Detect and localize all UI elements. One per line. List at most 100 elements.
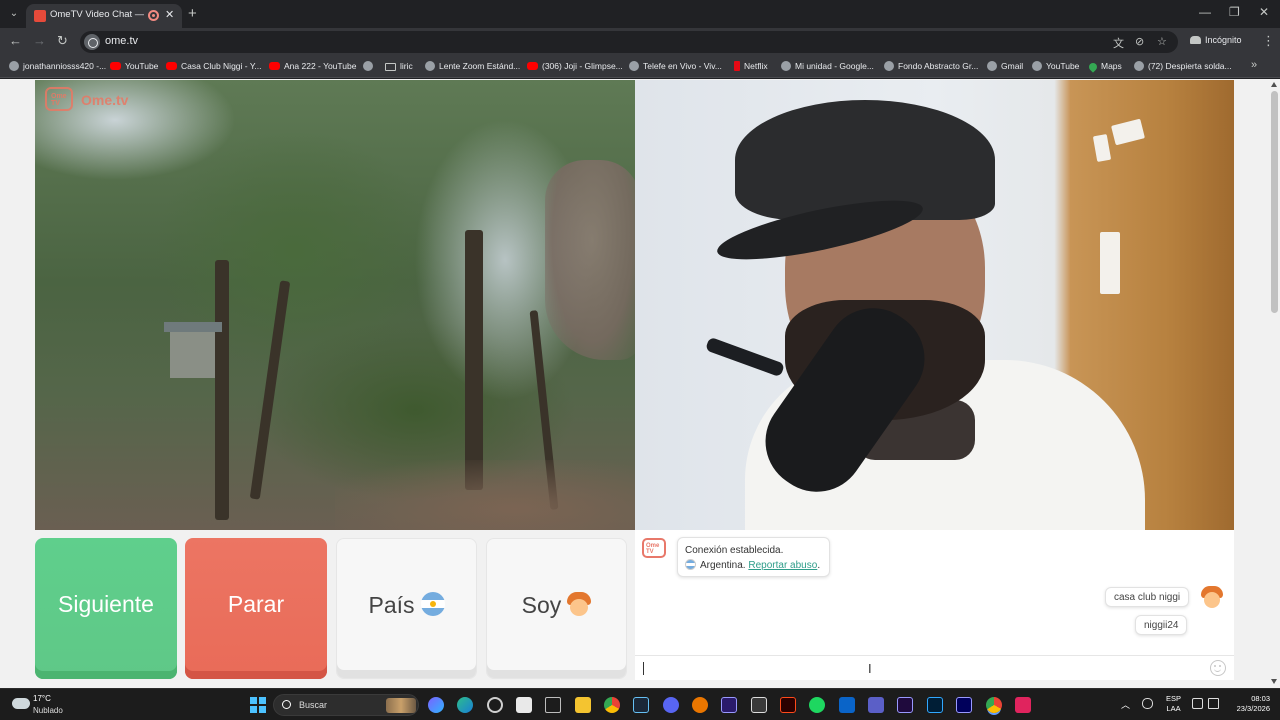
bookmark-label: (306) Joji - Glimpse...: [542, 61, 623, 71]
bookmark-label: YouTube: [125, 61, 159, 71]
teams-icon[interactable]: [868, 697, 884, 713]
microphone-icon[interactable]: [1142, 698, 1153, 709]
bookmark-item[interactable]: (306) Joji - Glimpse...: [527, 61, 623, 71]
youtube-icon: [166, 62, 177, 70]
tab-ometv[interactable]: OmeTV Video Chat — Ome ✕: [26, 4, 182, 28]
gender-select-button[interactable]: Soy: [486, 538, 627, 679]
bookmark-item[interactable]: Gmail: [987, 61, 1023, 71]
next-button[interactable]: Siguiente: [35, 538, 177, 679]
chrome-active-icon[interactable]: [986, 697, 1002, 713]
tree-trunk-shape: [249, 280, 291, 500]
weather-temperature[interactable]: 17°C: [33, 694, 51, 703]
taskbar-search[interactable]: Buscar: [273, 694, 419, 716]
chat-message-self: casa club niggi: [1105, 587, 1190, 607]
after-effects-icon[interactable]: [956, 697, 972, 713]
argentina-flag-icon: [685, 559, 696, 570]
cloud-weather-icon[interactable]: [12, 698, 30, 709]
scroll-thumb[interactable]: [1271, 91, 1278, 313]
illustrator-icon[interactable]: [780, 697, 796, 713]
bookmark-item[interactable]: Casa Club Niggi - Y...: [166, 61, 261, 71]
weather-description[interactable]: Nublado: [33, 706, 63, 715]
bookmark-star-icon[interactable]: ☆: [1157, 35, 1167, 48]
translate-icon[interactable]: 文: [1113, 35, 1124, 51]
incognito-icon: [1190, 36, 1201, 44]
bookmark-item[interactable]: Lente Zoom Estánd...: [425, 61, 520, 71]
next-button-label: Siguiente: [58, 591, 154, 617]
bookmark-item[interactable]: Fondo Abstracto Gr...: [884, 61, 978, 71]
input-language[interactable]: ESP LAA: [1166, 694, 1181, 714]
reload-icon[interactable]: ↻: [57, 33, 68, 49]
incognito-badge[interactable]: Incógnito: [1190, 35, 1242, 45]
clock-time: 08:03: [1251, 694, 1270, 703]
bookmark-label: Ana 222 - YouTube: [284, 61, 357, 71]
forward-arrow-icon[interactable]: →: [33, 33, 46, 48]
bookmark-item[interactable]: Ana 222 - YouTube: [269, 61, 356, 71]
bookmark-item[interactable]: YouTube: [110, 61, 158, 71]
blender-icon[interactable]: [692, 697, 708, 713]
folder-icon: [385, 63, 396, 71]
back-arrow-icon[interactable]: ←: [9, 33, 22, 48]
settings-gear-icon[interactable]: [487, 697, 503, 713]
country-select-button[interactable]: País: [336, 538, 477, 679]
emoji-picker-icon[interactable]: [1210, 660, 1226, 676]
mic-arm-shape: [705, 336, 785, 378]
window-close-icon[interactable]: ✕: [1259, 5, 1269, 19]
bookmark-item[interactable]: YouTube: [1032, 61, 1079, 71]
restore-icon[interactable]: ❐: [1229, 5, 1240, 19]
bookmark-folder[interactable]: liric: [385, 61, 413, 71]
edge-icon[interactable]: [457, 697, 473, 713]
capcut-icon[interactable]: [1015, 697, 1031, 713]
bookmark-item[interactable]: Netflix: [734, 61, 768, 71]
scroll-down-arrow-icon[interactable]: [1271, 679, 1277, 684]
site-info-icon[interactable]: [84, 34, 100, 50]
volume-icon[interactable]: [1208, 698, 1219, 709]
eye-off-icon[interactable]: ⊘: [1135, 35, 1144, 48]
calculator-icon[interactable]: [545, 697, 561, 713]
language-code: ESP: [1166, 694, 1182, 703]
windows-start-icon[interactable]: [250, 697, 266, 713]
stop-button[interactable]: Parar: [185, 538, 327, 679]
bookmarks-overflow-icon[interactable]: »: [1251, 59, 1257, 71]
site-icon: [987, 61, 997, 71]
spotify-icon[interactable]: [809, 697, 825, 713]
address-bar[interactable]: ome.tv 文 ⊘ ☆: [80, 31, 1178, 53]
stranger-video: Ome TV Ome.tv: [35, 80, 635, 530]
outlook-icon[interactable]: [839, 697, 855, 713]
netflix-icon: [734, 61, 740, 71]
bookmark-item[interactable]: Mi unidad - Google...: [781, 61, 874, 71]
maps-icon: [1087, 61, 1099, 73]
bookmark-item[interactable]: Telefe en Vivo - Viv...: [629, 61, 722, 71]
bookmark-item[interactable]: (72) Despierta solda...: [1134, 61, 1232, 71]
file-explorer-icon[interactable]: [575, 697, 591, 713]
bookmark-item[interactable]: Maps: [1087, 61, 1122, 73]
page-scrollbar[interactable]: [1269, 79, 1280, 688]
new-tab-icon[interactable]: +: [188, 5, 197, 22]
bookmark-item[interactable]: jonathanniosss420 -...: [9, 61, 106, 71]
bookmark-label: Telefe en Vivo - Viv...: [643, 61, 722, 71]
minimize-icon[interactable]: —: [1199, 5, 1211, 19]
copilot-icon[interactable]: [428, 697, 444, 713]
tab-close-icon[interactable]: ✕: [165, 8, 174, 21]
network-icon[interactable]: [1192, 698, 1203, 709]
after-effects-icon[interactable]: [721, 697, 737, 713]
report-period: .: [817, 560, 821, 571]
chrome-icon[interactable]: [604, 697, 620, 713]
tab-list-chevron-icon[interactable]: ⌄: [6, 6, 22, 22]
steam-icon[interactable]: [633, 697, 649, 713]
scroll-up-arrow-icon[interactable]: [1271, 82, 1277, 87]
premiere-icon[interactable]: [897, 697, 913, 713]
house-shape: [164, 322, 222, 378]
report-abuse-link[interactable]: Reportar abuso: [748, 560, 817, 571]
tray-overflow-icon[interactable]: ︿: [1121, 698, 1130, 711]
unreal-icon[interactable]: [751, 697, 767, 713]
bookmark-item[interactable]: [363, 61, 377, 71]
boy-emoji-icon: [567, 592, 592, 616]
system-clock[interactable]: 08:03 23/3/2026: [1228, 694, 1270, 714]
discord-icon[interactable]: [663, 697, 679, 713]
chat-message-input[interactable]: I: [635, 655, 1234, 680]
browser-menu-icon[interactable]: ⋮: [1262, 33, 1275, 49]
store-icon[interactable]: [516, 697, 532, 713]
site-icon: [884, 61, 894, 71]
bookmark-label: jonathanniosss420 -...: [23, 61, 107, 71]
photoshop-icon[interactable]: [927, 697, 943, 713]
